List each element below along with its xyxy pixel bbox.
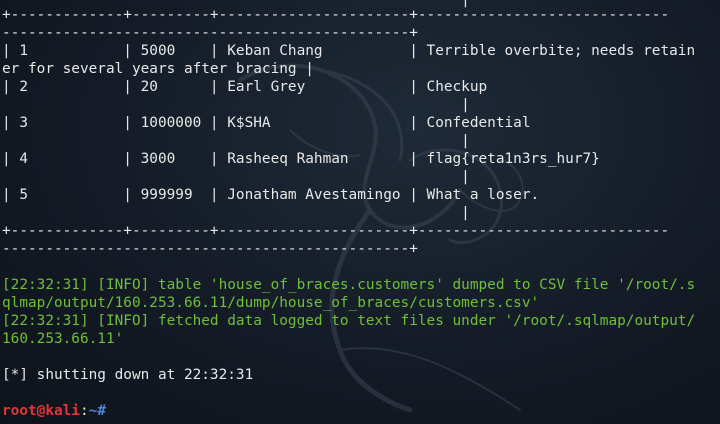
terminal-line: er for several years after bracing | [2, 61, 314, 77]
terminal-line: | [2, 205, 470, 221]
terminal-line: | 4 | 3000 | Rasheeq Rahman | flag{reta1… [2, 151, 600, 167]
terminal-line: [22:32:31] [INFO] table 'house_of_braces… [2, 277, 696, 293]
terminal-line: +-------------+---------+---------------… [2, 7, 670, 23]
terminal-line: | 5 | 999999 | Jonatham Avestamingo | Wh… [2, 187, 540, 203]
prompt-separator: : [79, 403, 89, 419]
terminal-line: | 1 | 5000 | Keban Chang | Terrible over… [2, 43, 696, 59]
terminal-window[interactable]: | +-------------+---------+-------------… [0, 0, 720, 424]
terminal-line: | 2 | 20 | Earl Grey | Checkup [2, 79, 488, 95]
terminal-line: ----------------------------------------… [2, 25, 418, 41]
terminal-line: [*] shutting down at 22:32:31 [2, 367, 254, 383]
prompt-cursor[interactable] [106, 403, 115, 419]
prompt-path: ~# [88, 403, 106, 419]
terminal-line: | 3 | 1000000 | K$SHA | Confedential [2, 115, 531, 131]
terminal-line: | [2, 169, 470, 185]
terminal-line: 160.253.66.11' [2, 331, 124, 347]
terminal-line: ----------------------------------------… [2, 241, 418, 257]
terminal-line: +-------------+---------+---------------… [2, 223, 670, 239]
terminal-line: | [2, 97, 470, 113]
terminal-line: qlmap/output/160.253.66.11/dump/house_of… [2, 295, 540, 311]
shell-prompt[interactable]: root@kali:~# [2, 402, 115, 420]
terminal-line: | [2, 133, 470, 149]
prompt-user-host: root@kali [2, 403, 80, 419]
terminal-line: [22:32:31] [INFO] fetched data logged to… [2, 313, 696, 329]
